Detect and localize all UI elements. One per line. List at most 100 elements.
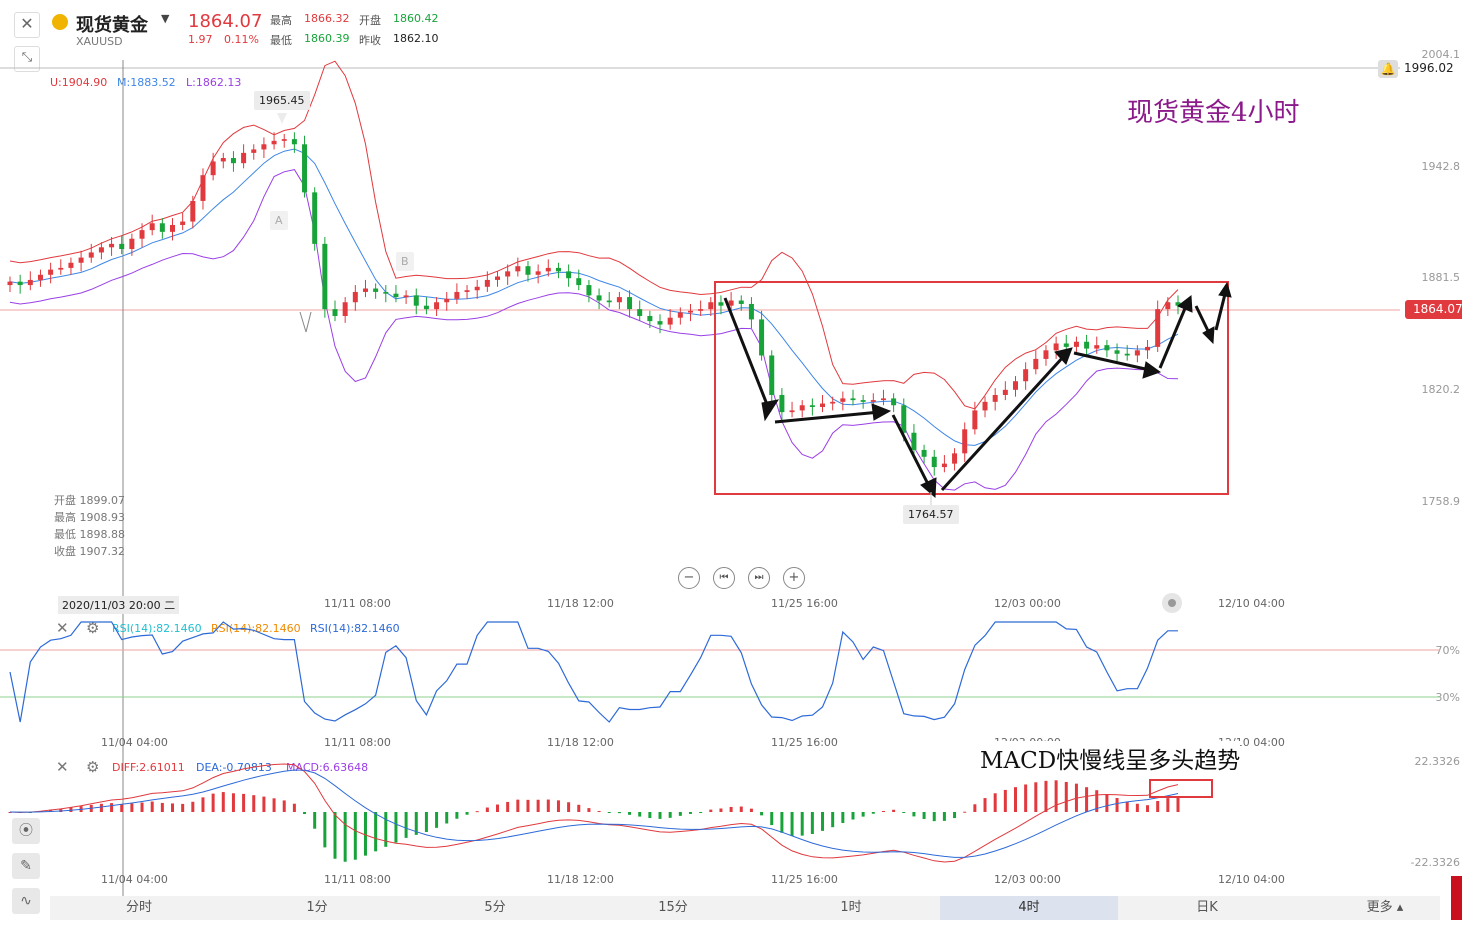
macd-bar — [404, 812, 408, 838]
macd-bar — [800, 812, 804, 836]
candle-body — [78, 257, 84, 263]
candle-body — [647, 315, 653, 322]
macd-bar — [130, 803, 134, 812]
candle-body — [596, 295, 602, 301]
more-menu[interactable]: 更多 ▴ — [1340, 896, 1430, 920]
candle-body — [1023, 369, 1029, 382]
macd-bar — [140, 802, 144, 812]
candle-body — [210, 161, 216, 176]
candle-body — [271, 140, 277, 145]
zoom-out-button[interactable]: − — [678, 567, 700, 589]
candle-body — [1104, 345, 1110, 351]
zoom-in-button[interactable]: + — [783, 567, 805, 589]
bell-icon[interactable]: 🔔 — [1378, 60, 1398, 78]
candle-body — [637, 309, 643, 316]
boll-lower-line — [9, 169, 1179, 491]
magnet-icon[interactable]: ⦿ — [12, 818, 40, 844]
candle-body — [1155, 309, 1161, 347]
macd-bar — [587, 808, 591, 812]
macd-bar — [1064, 781, 1068, 812]
candle-body — [373, 288, 379, 292]
macd-bar — [983, 798, 987, 812]
tab-1min[interactable]: 1分 — [228, 896, 406, 920]
macd-chart[interactable] — [0, 750, 1462, 880]
candle-body — [37, 274, 43, 280]
candle-body — [931, 456, 937, 468]
macd-x-tick-1: 11/11 08:00 — [324, 873, 391, 886]
macd-highlight-box — [1149, 779, 1213, 798]
tab-15min[interactable]: 15分 — [584, 896, 762, 920]
arrow-8 — [1214, 293, 1227, 331]
candle-body — [992, 394, 998, 402]
candle-body — [322, 243, 328, 310]
candle-body — [820, 403, 826, 407]
candles-group — [7, 132, 1181, 476]
macd-bar — [1044, 780, 1048, 812]
candle-body — [748, 303, 754, 320]
candle-body — [180, 221, 186, 225]
macd-bar — [191, 801, 195, 812]
candle-body — [566, 271, 572, 279]
scroll-end-button[interactable]: ⏭ — [748, 567, 770, 589]
macd-bar — [851, 812, 855, 820]
candle-body — [718, 302, 724, 306]
candle-body — [627, 297, 633, 310]
macd-bar — [1013, 787, 1017, 812]
candle-body — [434, 302, 440, 310]
macd-diff-line — [9, 763, 1179, 863]
candle-body — [1043, 350, 1049, 359]
macd-bar — [821, 812, 825, 831]
macd-bar — [1125, 801, 1129, 812]
macd-bar — [69, 807, 73, 812]
highlight-box — [714, 281, 1229, 495]
candle-body — [139, 230, 145, 239]
candle-body — [1165, 302, 1171, 310]
macd-bar — [1176, 797, 1180, 812]
alert-price-tag[interactable]: 1996.02 — [1404, 61, 1454, 75]
scroll-start-button[interactable]: ⏮ — [713, 567, 735, 589]
tab-timeshare[interactable]: 分时 — [50, 896, 228, 920]
macd-bar — [770, 812, 774, 826]
x-tick-1: 11/11 08:00 — [324, 597, 391, 610]
candle-body — [860, 400, 866, 402]
tab-4hour[interactable]: 4时 — [940, 896, 1118, 920]
rsi-chart[interactable] — [0, 612, 1462, 737]
candle-body — [17, 281, 23, 286]
macd-bar — [526, 799, 530, 812]
candle-body — [200, 175, 206, 201]
macd-bar — [567, 802, 571, 812]
macd-bar — [841, 812, 845, 824]
macd-bar — [1105, 794, 1109, 812]
macd-bar — [160, 802, 164, 812]
candle-body — [190, 200, 196, 222]
caret-up-icon: ▴ — [1392, 900, 1404, 915]
candle-body — [1094, 345, 1100, 349]
candle-body — [302, 144, 308, 193]
macd-bar — [536, 799, 540, 812]
macd-bar — [445, 812, 449, 824]
candle-body — [119, 243, 125, 250]
candle-body — [698, 309, 704, 311]
macd-bar — [912, 812, 916, 817]
candle-body — [576, 278, 582, 286]
settings-dot-icon[interactable] — [1162, 593, 1182, 613]
candle-body — [149, 223, 155, 231]
candle-body — [850, 398, 856, 401]
macd-bar — [516, 799, 520, 812]
tab-1hour[interactable]: 1时 — [762, 896, 940, 920]
candle-body — [241, 152, 247, 164]
macd-bar — [699, 812, 703, 813]
tab-daily[interactable]: 日K — [1118, 896, 1296, 920]
candle-body — [7, 281, 13, 286]
candle-body — [941, 463, 947, 468]
arrow-5-head — [1142, 361, 1162, 379]
macd-bar — [1054, 780, 1058, 812]
pencil-icon[interactable]: ✎ — [12, 853, 40, 879]
macd-bar — [242, 793, 246, 812]
side-badge[interactable] — [1451, 876, 1462, 920]
indicator-icon[interactable]: ∿ — [12, 888, 40, 914]
candle-body — [545, 267, 551, 272]
y-tick-1: 1942.8 — [1421, 160, 1461, 173]
tab-5min[interactable]: 5分 — [406, 896, 584, 920]
arrow-6 — [1158, 305, 1188, 369]
